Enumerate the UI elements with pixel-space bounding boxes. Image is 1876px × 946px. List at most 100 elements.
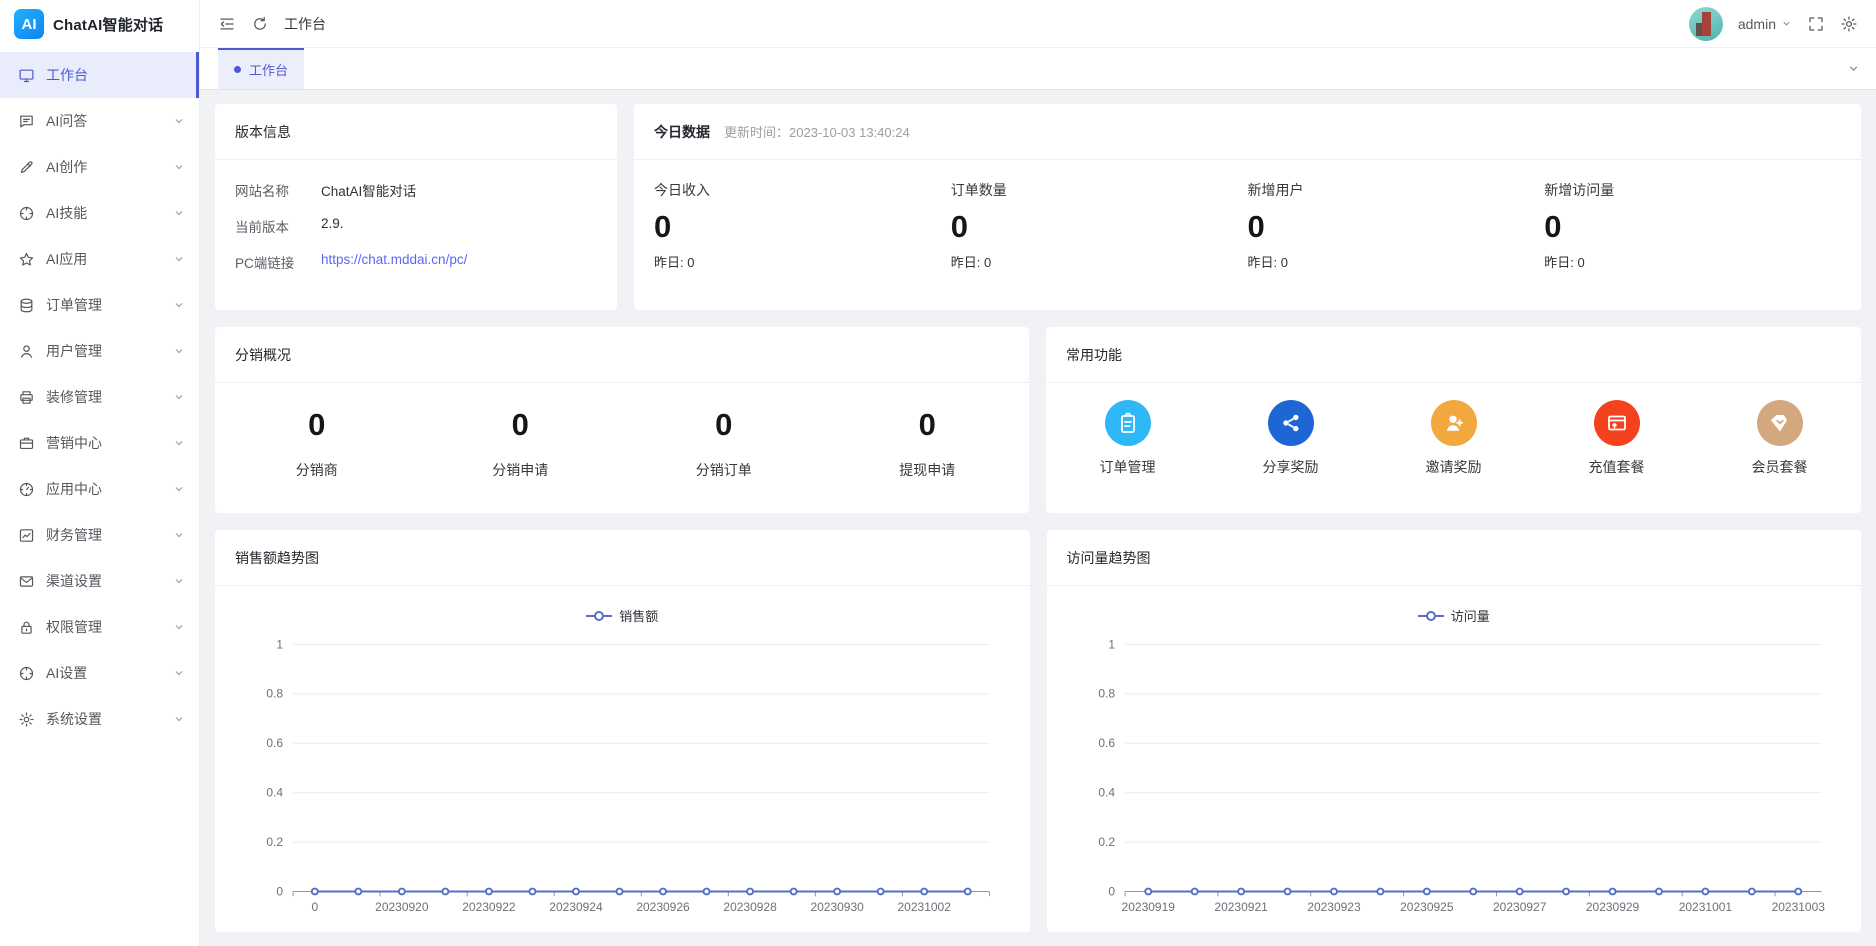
tab-overflow-button[interactable]: [1847, 48, 1860, 89]
active-tab-dot: [234, 66, 241, 73]
chevron-down-icon: [175, 441, 183, 446]
sidebar-item-ai-qa[interactable]: AI问答: [0, 98, 199, 144]
svg-text:20230930: 20230930: [810, 901, 864, 914]
pc-link[interactable]: https://chat.mddai.cn/pc/: [321, 252, 467, 272]
stat-value: 0: [1247, 209, 1265, 244]
site-name-value: ChatAI智能对话: [321, 184, 417, 199]
card-title: 销售额趋势图: [215, 530, 1030, 586]
svg-text:1: 1: [276, 639, 283, 652]
legend-line-marker: [586, 614, 613, 617]
fullscreen-icon[interactable]: [1807, 15, 1825, 33]
quick-item-member-plans[interactable]: 会员套餐: [1698, 400, 1861, 477]
collapse-sidebar-icon[interactable]: [218, 15, 236, 33]
row-top: 版本信息 网站名称 ChatAI智能对话 当前版本 2.9. PC端链接 htt: [215, 104, 1861, 310]
update-time: 更新时间：2023-10-03 13:40:24: [724, 125, 910, 140]
svg-text:20230929: 20230929: [1585, 901, 1638, 914]
sidebar-item-users[interactable]: 用户管理: [0, 328, 199, 374]
quick-item-label: 邀请奖励: [1425, 459, 1482, 475]
stat-new-visits: 新增访问量 0 昨日: 0: [1544, 180, 1841, 271]
sidebar-item-finance[interactable]: 财务管理: [0, 512, 199, 558]
svg-text:0.6: 0.6: [266, 737, 283, 750]
svg-text:0.4: 0.4: [266, 787, 283, 800]
finance-chart-icon: [19, 528, 34, 542]
chevron-down-icon: [175, 165, 183, 170]
today-data-card: 今日数据 更新时间：2023-10-03 13:40:24 今日收入 0 昨日:…: [634, 104, 1861, 310]
chevron-down-icon: [175, 119, 183, 124]
version-value: 2.9.: [321, 216, 344, 231]
field-label: 网站名称: [235, 184, 289, 199]
share-icon: [1267, 400, 1314, 446]
page-content: 版本信息 网站名称 ChatAI智能对话 当前版本 2.9. PC端链接 htt: [200, 90, 1876, 946]
tab-workbench[interactable]: 工作台: [218, 48, 305, 89]
sidebar-menu: 工作台 AI问答 AI创作 AI技能 AI应用 订单管理 用户管理 装修管理 营…: [0, 48, 199, 946]
username: admin: [1737, 15, 1776, 32]
sidebar-item-channel[interactable]: 渠道设置: [0, 558, 199, 604]
sidebar-item-ai-skill[interactable]: AI技能: [0, 190, 199, 236]
svg-text:20231003: 20231003: [1771, 901, 1825, 914]
quick-item-share-reward[interactable]: 分享奖励: [1209, 400, 1372, 477]
legend-visits[interactable]: 访问量: [1061, 590, 1848, 631]
stat-dist-orders: 0 分销订单: [622, 407, 826, 480]
chevron-down-icon: [175, 579, 183, 584]
chevron-down-icon: [175, 257, 183, 262]
sidebar-item-permissions[interactable]: 权限管理: [0, 604, 199, 650]
sidebar-item-label: 系统设置: [46, 711, 102, 727]
star-icon: [19, 252, 34, 266]
user-menu[interactable]: admin: [1738, 16, 1792, 32]
avatar[interactable]: [1688, 6, 1723, 41]
card-title: 版本信息: [215, 104, 617, 160]
sidebar-item-ai-create[interactable]: AI创作: [0, 144, 199, 190]
quick-item-recharge-plans[interactable]: 充值套餐: [1535, 400, 1698, 477]
sidebar-item-system-settings[interactable]: 系统设置: [0, 696, 199, 742]
stat-dist-applications: 0 分销申请: [419, 407, 623, 480]
quick-item-invite-reward[interactable]: 邀请奖励: [1372, 400, 1535, 477]
topbar: 工作台 admin: [200, 0, 1876, 48]
stat-value: 0: [308, 407, 326, 442]
stat-label: 分销订单: [695, 462, 752, 478]
sidebar-item-app-center[interactable]: 应用中心: [0, 466, 199, 512]
stat-value: 0: [1544, 209, 1562, 244]
app-logo: AI ChatAI智能对话: [0, 0, 199, 48]
sidebar-item-workbench[interactable]: 工作台: [0, 52, 199, 98]
gear-icon[interactable]: [1840, 15, 1858, 33]
compass-icon: [19, 482, 34, 496]
row-middle: 分销概况 0 分销商 0 分销申请 0 分销订单 0 提现申请 常用功能 订单管…: [215, 327, 1861, 513]
stat-sub: 昨日: 0: [950, 255, 992, 270]
clipboard-icon: [1104, 400, 1151, 446]
svg-text:0: 0: [1108, 886, 1115, 899]
visits-trend-card: 访问量趋势图 访问量 0 0.2 0.4 0.6 0.8 1 20230919 2023092…: [1046, 530, 1861, 932]
sidebar-item-label: 渠道设置: [46, 573, 102, 589]
sidebar-item-ai-app[interactable]: AI应用: [0, 236, 199, 282]
version-row: PC端链接 https://chat.mddai.cn/pc/: [235, 252, 597, 272]
version-info-card: 版本信息 网站名称 ChatAI智能对话 当前版本 2.9. PC端链接 htt: [215, 104, 617, 310]
sidebar-item-decorate[interactable]: 装修管理: [0, 374, 199, 420]
quick-item-label: 分享奖励: [1262, 459, 1319, 475]
sidebar-item-ai-settings[interactable]: AI设置: [0, 650, 199, 696]
sidebar-item-label: 财务管理: [46, 527, 102, 543]
stat-label: 分销商: [295, 462, 338, 478]
stat-order-count: 订单数量 0 昨日: 0: [951, 180, 1248, 271]
quick-item-label: 订单管理: [1099, 459, 1156, 475]
sidebar-item-label: AI问答: [46, 113, 88, 129]
sidebar-item-marketing[interactable]: 营销中心: [0, 420, 199, 466]
chevron-down-icon: [175, 211, 183, 216]
refresh-icon[interactable]: [251, 15, 269, 33]
breadcrumb: 工作台: [284, 15, 326, 32]
quick-item-label: 会员套餐: [1751, 459, 1808, 475]
printer-icon: [20, 390, 33, 404]
stat-today-income: 今日收入 0 昨日: 0: [654, 180, 951, 271]
svg-text:20230920: 20230920: [375, 901, 429, 914]
sidebar-item-label: 工作台: [46, 67, 88, 83]
svg-text:20230928: 20230928: [723, 901, 777, 914]
legend-label: 访问量: [1450, 609, 1490, 624]
legend-sales[interactable]: 销售额: [229, 590, 1016, 631]
quick-functions: 订单管理 分享奖励 邀请奖励 充值套餐 会员套餐: [1046, 383, 1861, 477]
globe-icon: [19, 666, 34, 680]
svg-text:20230921: 20230921: [1214, 901, 1267, 914]
svg-text:0: 0: [311, 901, 318, 914]
svg-text:20230923: 20230923: [1307, 901, 1361, 914]
svg-text:0.4: 0.4: [1098, 787, 1115, 800]
quick-item-orders[interactable]: 订单管理: [1046, 400, 1209, 477]
sidebar-item-orders[interactable]: 订单管理: [0, 282, 199, 328]
stat-label: 新增访问量: [1544, 182, 1615, 198]
